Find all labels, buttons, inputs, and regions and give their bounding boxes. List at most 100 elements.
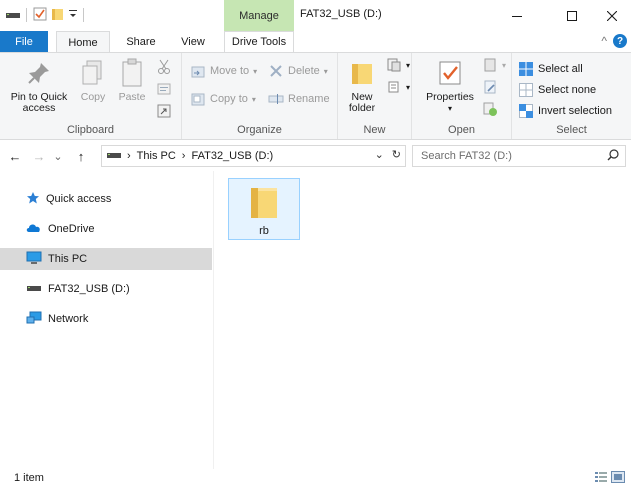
chevron-down-icon: ▾ — [253, 66, 258, 76]
toolbar-divider — [26, 8, 27, 22]
view-toggles — [594, 471, 625, 486]
help-icon[interactable]: ? — [613, 34, 627, 48]
properties-label: Properties — [426, 91, 474, 103]
customize-toolbar-icon[interactable] — [69, 9, 77, 22]
open-group-label: Open — [448, 124, 475, 136]
tab-view[interactable]: View — [172, 31, 214, 52]
sidebar-item-network[interactable]: Network — [0, 308, 212, 330]
easy-access-button[interactable]: ▾ — [386, 77, 410, 97]
tab-file[interactable]: File — [0, 31, 48, 52]
sidebar-item-label: OneDrive — [48, 223, 95, 235]
copy-path-button[interactable] — [156, 79, 172, 99]
address-bar[interactable]: › This PC › FAT32_USB (D:) ⌄ ↻ — [101, 145, 406, 167]
sidebar-item-label: Quick access — [46, 193, 112, 205]
chevron-down-icon: ▾ — [502, 60, 507, 70]
copy-to-button[interactable]: Copy to ▾ — [190, 89, 256, 109]
select-none-button[interactable]: Select none — [518, 80, 596, 100]
select-all-button[interactable]: Select all — [518, 59, 583, 79]
navigation-bar: ← → ⌄ ↑ › This PC › FAT32_USB (D:) ⌄ ↻ S… — [0, 141, 631, 171]
edit-pencil-icon — [482, 79, 498, 95]
paste-icon — [116, 57, 148, 89]
sidebar-item-label: FAT32_USB (D:) — [48, 283, 130, 295]
chevron-down-icon: ▾ — [447, 104, 452, 113]
new-group-label: New — [363, 124, 386, 136]
folder-icon — [346, 57, 378, 89]
search-icon — [607, 149, 619, 164]
new-folder-icon[interactable] — [51, 7, 65, 24]
details-view-icon[interactable] — [594, 471, 608, 486]
address-dropdown-button[interactable]: ⌄ — [375, 148, 384, 161]
rename-icon — [268, 91, 284, 107]
copy-to-icon — [190, 91, 206, 107]
sidebar-item-onedrive[interactable]: OneDrive — [0, 218, 212, 240]
new-item-button[interactable]: ▾ — [386, 55, 410, 75]
up-button[interactable]: ↑ — [72, 146, 90, 166]
tab-drive-tools[interactable]: Drive Tools — [224, 31, 294, 52]
maximize-button[interactable] — [549, 0, 595, 31]
drive-icon[interactable] — [6, 9, 20, 22]
collapse-ribbon-icon[interactable]: ^ — [601, 34, 607, 48]
delete-x-icon — [268, 63, 284, 79]
organize-group: Move to ▾ Copy to ▾ Delete ▾ Rename Orga… — [182, 53, 338, 139]
sidebar-item-this-pc[interactable]: This PC — [0, 248, 212, 270]
refresh-button[interactable]: ↻ — [392, 148, 401, 161]
window-title: FAT32_USB (D:) — [300, 8, 382, 20]
rename-button[interactable]: Rename — [268, 89, 330, 109]
new-folder-button[interactable]: New folder — [342, 57, 382, 114]
delete-button[interactable]: Delete ▾ — [268, 61, 328, 81]
list-item[interactable]: rb — [228, 178, 300, 240]
paste-button[interactable]: Paste — [114, 57, 150, 103]
recent-locations-button[interactable]: ⌄ — [52, 146, 64, 166]
easy-access-icon — [386, 79, 402, 95]
new-folder-label: New folder — [348, 91, 376, 114]
open-group: Properties ▾ ▾ Open — [412, 53, 512, 139]
navigation-pane: Quick access OneDrive This PC FAT32_USB … — [0, 171, 214, 469]
select-none-label: Select none — [538, 84, 597, 96]
back-button[interactable]: ← — [6, 146, 24, 166]
paste-shortcut-icon — [156, 103, 172, 119]
copy-button[interactable]: Copy — [78, 57, 108, 103]
chevron-down-icon: ▾ — [406, 82, 411, 92]
pin-to-quick-access-button[interactable]: Pin to Quick access — [6, 57, 72, 114]
tab-share[interactable]: Share — [116, 31, 166, 52]
select-group-label: Select — [556, 124, 587, 136]
forward-button[interactable]: → — [30, 146, 48, 166]
breadcrumb-this-pc[interactable]: This PC — [137, 150, 176, 162]
new-group: New folder ▾ ▾ New — [338, 53, 412, 139]
cut-button[interactable] — [156, 57, 172, 77]
edit-button[interactable] — [482, 77, 498, 97]
sidebar-item-quick-access[interactable]: Quick access — [0, 188, 212, 210]
invert-selection-button[interactable]: Invert selection — [518, 101, 612, 121]
scissors-icon — [156, 59, 172, 75]
pin-label: Pin to Quick access — [10, 91, 68, 114]
search-input[interactable]: Search FAT32 (D:) — [412, 145, 626, 167]
open-button[interactable]: ▾ — [482, 55, 506, 75]
minimize-button[interactable] — [494, 0, 540, 31]
tab-home[interactable]: Home — [56, 31, 110, 53]
properties-button[interactable]: Properties ▾ — [420, 57, 480, 114]
history-button[interactable] — [482, 99, 498, 119]
properties-check-icon[interactable] — [33, 7, 47, 24]
move-to-button[interactable]: Move to ▾ — [190, 61, 257, 81]
usb-drive-icon — [26, 283, 42, 296]
item-count: 1 item — [14, 472, 44, 484]
monitor-icon — [26, 251, 42, 268]
ribbon-controls: ^ ? — [601, 34, 627, 48]
large-icons-view-icon[interactable] — [611, 471, 625, 486]
pin-icon — [23, 57, 55, 89]
history-icon — [482, 101, 498, 117]
quick-access-toolbar — [6, 6, 86, 24]
ribbon: Pin to Quick access Copy Paste Clipboard… — [0, 52, 631, 140]
breadcrumb-separator: › — [181, 150, 186, 162]
paste-shortcut-button[interactable] — [156, 101, 172, 121]
sidebar-item-fat32-usb[interactable]: FAT32_USB (D:) — [0, 278, 212, 300]
search-placeholder: Search FAT32 (D:) — [421, 150, 512, 162]
manage-contextual-tab[interactable]: Manage — [224, 0, 294, 31]
close-button[interactable] — [593, 0, 631, 31]
select-none-icon — [518, 82, 534, 98]
select-group: Select all Select none Invert selection … — [512, 53, 631, 139]
breadcrumb-fat32-usb[interactable]: FAT32_USB (D:) — [191, 150, 273, 162]
toolbar-divider — [83, 8, 84, 22]
sidebar-item-label: Network — [48, 313, 89, 325]
new-item-icon — [386, 57, 402, 73]
